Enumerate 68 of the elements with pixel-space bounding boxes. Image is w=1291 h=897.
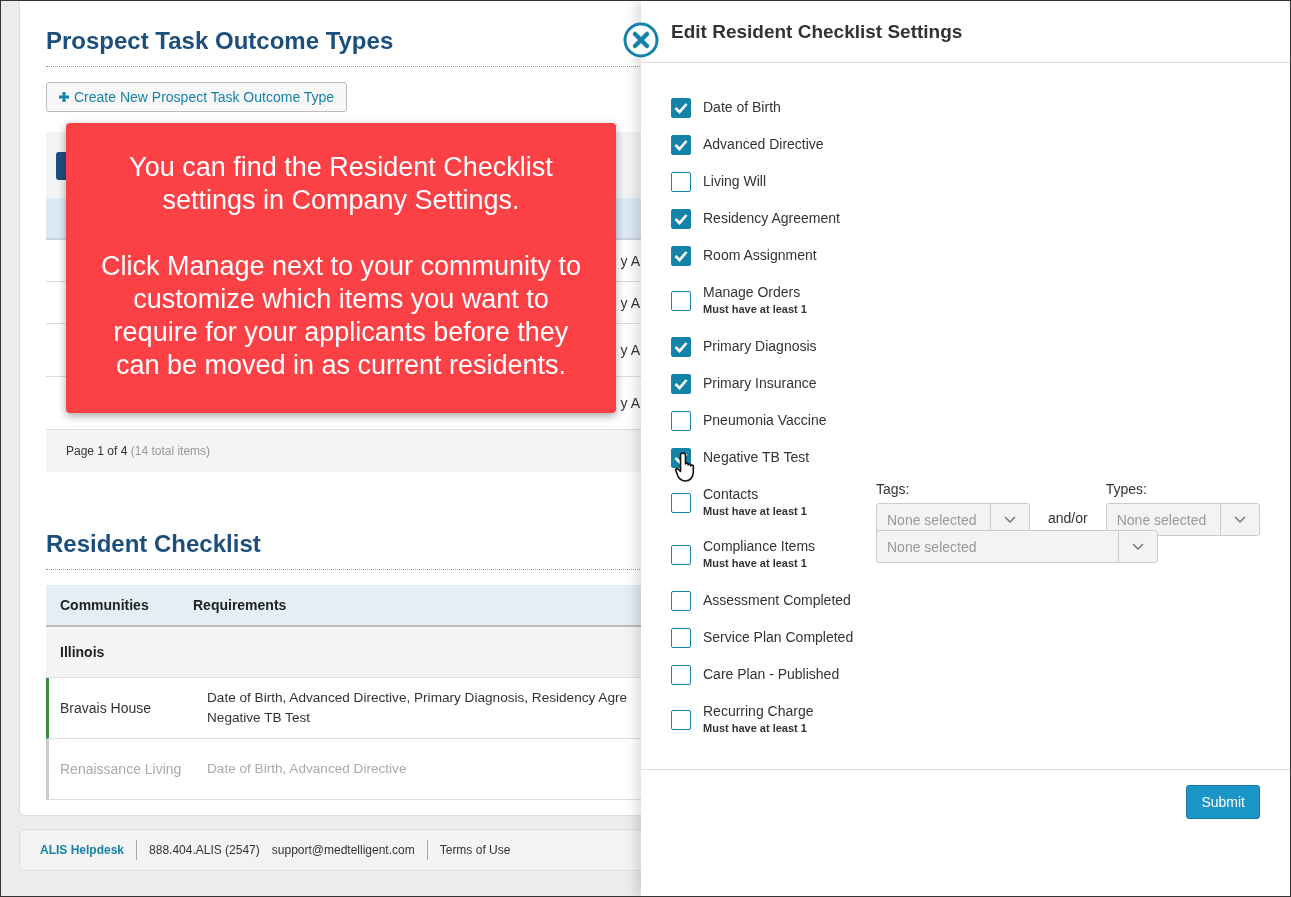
checkbox-label: Assessment Completed bbox=[703, 592, 852, 608]
note-text: Must have at least 1 bbox=[703, 303, 808, 315]
column-header: Requirements bbox=[193, 597, 287, 613]
callout-text: Click Manage next to your community to customize which items you want to require for your applicants before they can be moved in as current residents. bbox=[99, 250, 583, 382]
joiner-text: and/or bbox=[1048, 510, 1088, 528]
checkbox-label: Compliance Items bbox=[703, 538, 817, 554]
checkbox-label: Service Plan Completed bbox=[703, 629, 855, 645]
email-text: support@medtelligent.com bbox=[271, 843, 415, 857]
checkbox[interactable] bbox=[671, 628, 691, 648]
checkbox-label: Primary Insurance bbox=[703, 375, 818, 391]
checkbox-label: Residency Agreement bbox=[703, 210, 841, 226]
checkbox-label: Advanced Directive bbox=[703, 136, 825, 152]
group-header: Illinois bbox=[60, 644, 105, 660]
checkbox[interactable] bbox=[671, 545, 691, 565]
field-label: Types: bbox=[1105, 481, 1148, 497]
checkbox[interactable] bbox=[671, 665, 691, 685]
checkbox-label: Recurring Charge bbox=[703, 703, 815, 719]
checkbox[interactable] bbox=[671, 209, 691, 229]
chevron-icon bbox=[1004, 515, 1016, 524]
pager-text: Page 1 of 4 (14 total items) bbox=[66, 444, 211, 458]
checkbox[interactable] bbox=[671, 591, 691, 611]
checkbox[interactable] bbox=[671, 374, 691, 394]
checkbox[interactable] bbox=[671, 172, 691, 192]
checkbox[interactable] bbox=[671, 98, 691, 118]
checkbox-label: Living Will bbox=[703, 173, 767, 189]
checkbox-label: Care Plan - Published bbox=[703, 666, 841, 682]
checkbox-label: Negative TB Test bbox=[703, 449, 811, 465]
checkbox-label: Date of Birth bbox=[703, 99, 782, 115]
close-icon[interactable] bbox=[623, 22, 659, 58]
checkbox[interactable] bbox=[671, 291, 691, 311]
section-title: Resident Checklist bbox=[46, 530, 262, 558]
checkbox[interactable] bbox=[671, 246, 691, 266]
table-cell-text: Date of Birth, Advanced Directive, Primary Diagnosis, Residency Agre bbox=[207, 689, 628, 707]
note-text: Must have at least 1 bbox=[703, 722, 808, 734]
table-cell-text: Bravais House bbox=[59, 699, 153, 718]
submit-button[interactable]: Submit bbox=[1186, 785, 1260, 819]
section-title: Prospect Task Outcome Types bbox=[46, 27, 395, 55]
plus-icon bbox=[59, 92, 69, 102]
table-cell: y A bbox=[620, 294, 640, 311]
table-cell: y A bbox=[620, 342, 640, 358]
chevron-icon bbox=[1233, 515, 1246, 524]
checkbox-label: Room Assignment bbox=[703, 247, 818, 263]
note-text: Must have at least 1 bbox=[703, 557, 808, 569]
table-cell-text: Renaissance Living bbox=[59, 760, 183, 779]
create-button[interactable]: Create New Prospect Task Outcome Type bbox=[46, 82, 348, 112]
checkbox-label: Pneumonia Vaccine bbox=[703, 412, 828, 428]
checkbox[interactable] bbox=[671, 710, 691, 730]
checkbox-label: Contacts bbox=[703, 486, 760, 502]
table-cell: y A bbox=[620, 252, 640, 269]
table-cell-text: Date of Birth, Advanced Directive bbox=[207, 760, 407, 778]
field-label: Tags: bbox=[876, 481, 911, 497]
chevron-icon bbox=[1132, 542, 1144, 551]
table-cell-text: Negative TB Test bbox=[207, 709, 311, 727]
checkbox[interactable] bbox=[671, 411, 691, 431]
terms-link[interactable]: Terms of Use bbox=[439, 843, 511, 857]
table-cell: y A bbox=[620, 395, 640, 411]
checkbox[interactable] bbox=[671, 493, 691, 513]
dropdown[interactable]: None selected bbox=[876, 530, 1158, 563]
checkbox[interactable] bbox=[671, 337, 691, 357]
dropdown[interactable]: None selected bbox=[1105, 503, 1260, 536]
checkbox[interactable] bbox=[671, 135, 691, 155]
phone-text: 888.404.ALIS (2547) bbox=[149, 843, 260, 857]
callout-text: You can find the Resident Checklist settings in Company Settings. bbox=[128, 151, 554, 217]
checkbox-label: Primary Diagnosis bbox=[703, 338, 818, 354]
helpdesk-link[interactable]: ALIS Helpdesk bbox=[40, 843, 125, 857]
checkbox-label: Manage Orders bbox=[703, 284, 802, 300]
note-text: Must have at least 1 bbox=[703, 505, 808, 517]
column-header: Communities bbox=[59, 597, 150, 613]
